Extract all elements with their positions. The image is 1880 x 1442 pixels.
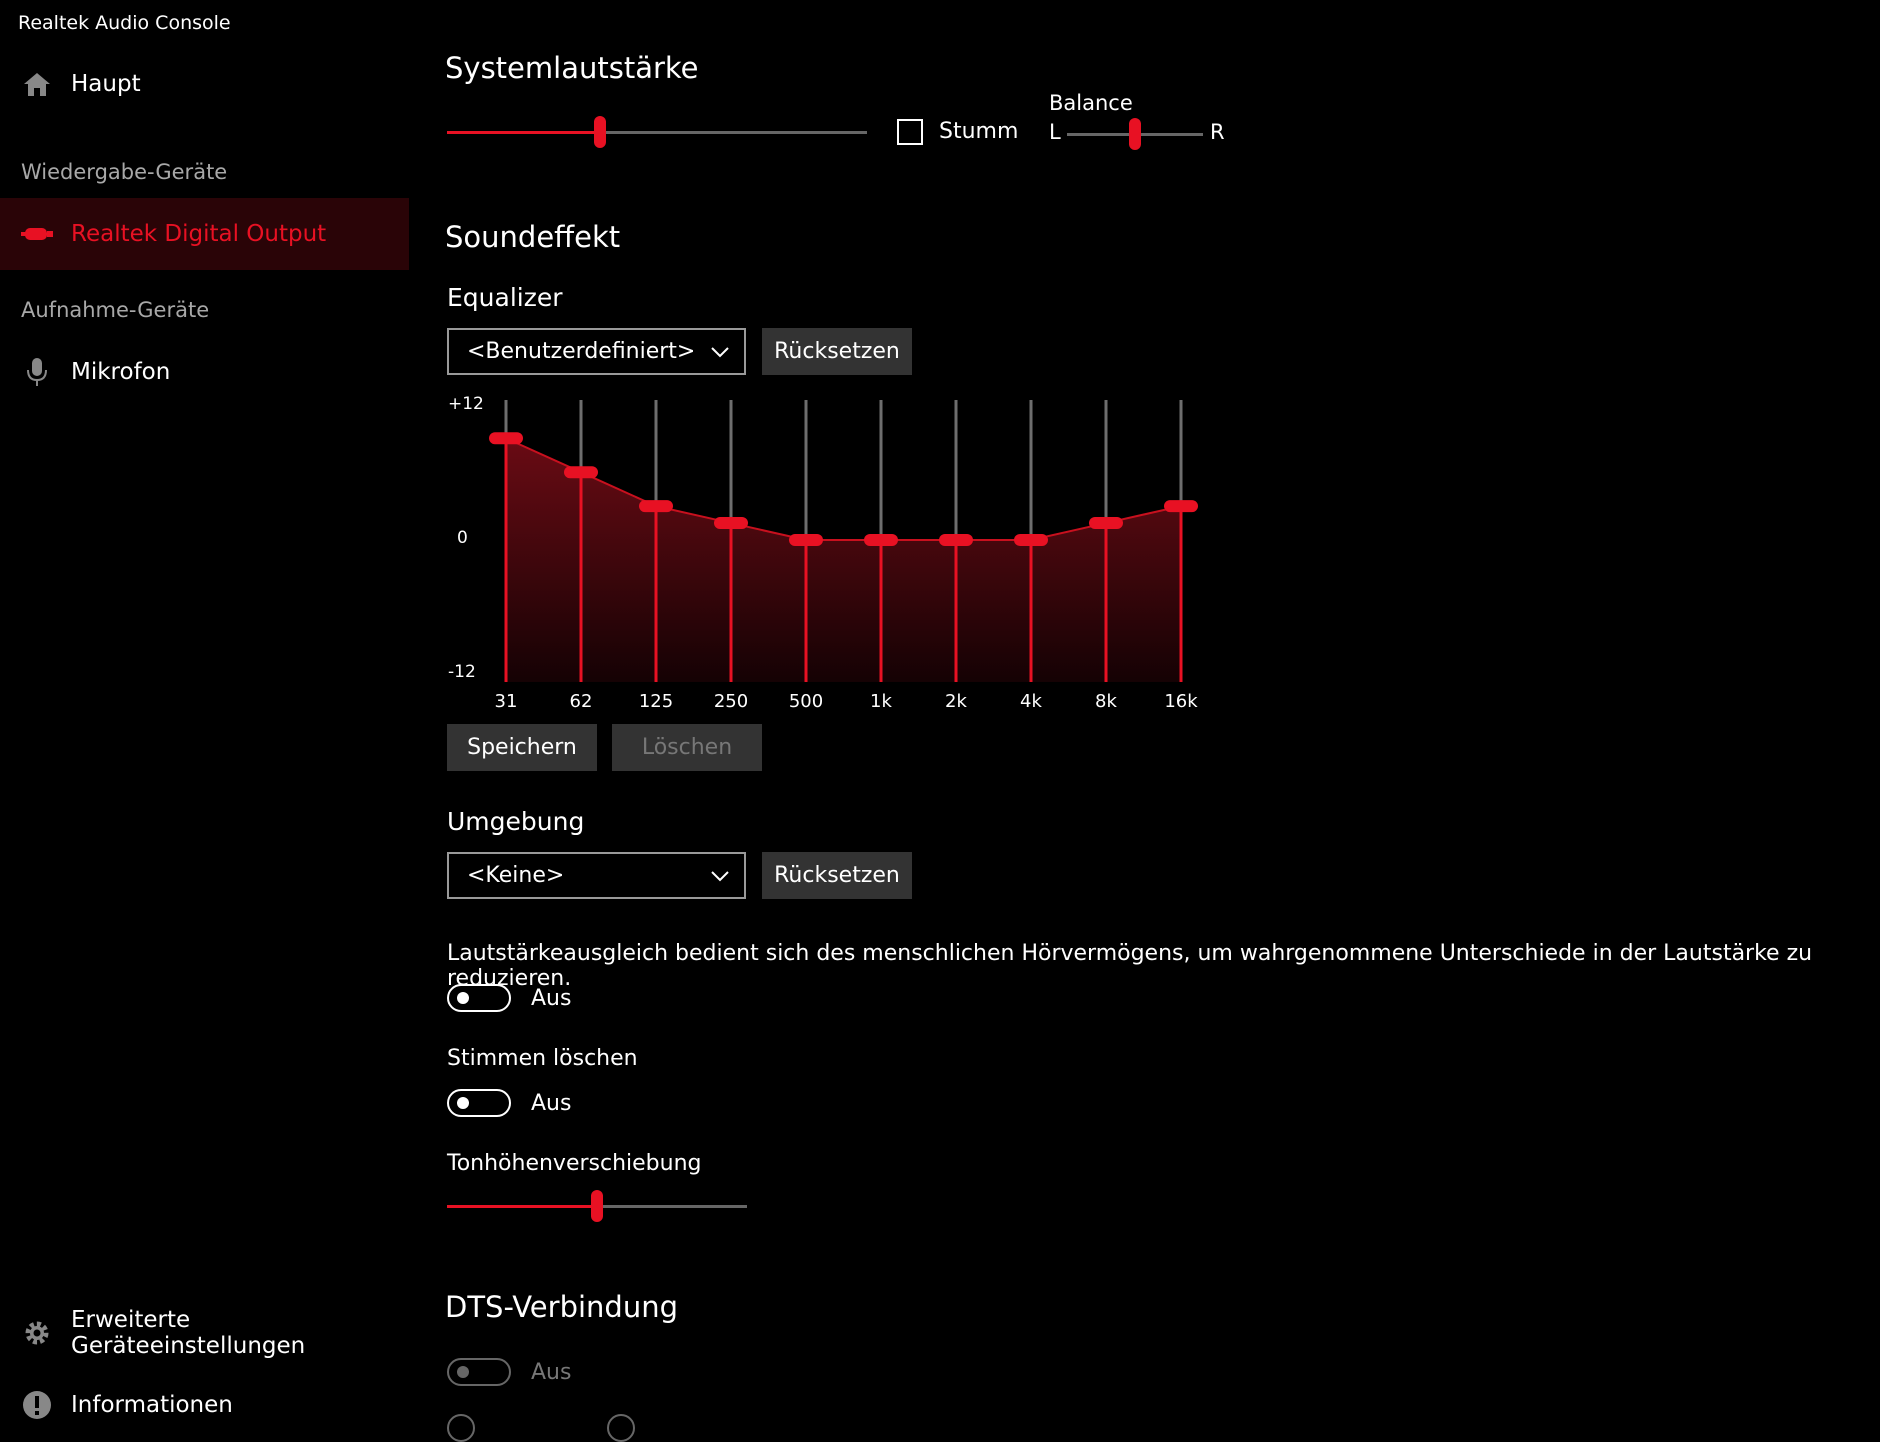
sidebar-item-label: Realtek Digital Output (71, 221, 327, 247)
dropdown-value: <Benutzerdefiniert> (467, 339, 696, 364)
mute-label: Stumm (939, 119, 1019, 144)
environment-label: Umgebung (447, 807, 585, 836)
chevron-down-icon (710, 342, 730, 362)
dts-toggle[interactable] (447, 1358, 511, 1386)
gear-icon (20, 1316, 54, 1350)
sidebar-item-information[interactable]: Informationen (0, 1369, 409, 1441)
toggle-knob (457, 992, 469, 1004)
slider-thumb[interactable] (594, 116, 607, 148)
eq-freq-label: 4k (1020, 691, 1042, 712)
slider-thumb[interactable] (1129, 118, 1141, 150)
dts-option-radio-1[interactable] (447, 1414, 475, 1442)
sidebar-item-label: Informationen (71, 1392, 233, 1418)
eq-band-thumb-4k[interactable] (1014, 534, 1048, 546)
app-title: Realtek Audio Console (18, 12, 231, 34)
equalizer-reset-button[interactable]: Rücksetzen (762, 328, 912, 375)
sidebar-item-label: Erweiterte Geräteeinstellungen (71, 1307, 306, 1359)
sidebar-item-home[interactable]: Haupt (0, 48, 409, 120)
dts-title: DTS-Verbindung (445, 1290, 678, 1324)
pitch-shift-label: Tonhöhenverschiebung (447, 1151, 702, 1176)
eq-band-thumb-125[interactable] (639, 500, 673, 513)
dts-option-radio-2[interactable] (607, 1414, 635, 1442)
eq-band-thumb-31[interactable] (489, 432, 523, 445)
equalizer-graph: +12 0 -12 31 62 125 250 500 1k 2k 4k 8k 16k (440, 392, 1220, 722)
eq-band-thumb-1k[interactable] (864, 534, 898, 546)
pitch-shift-slider[interactable] (447, 1188, 747, 1224)
balance-label: Balance (1049, 91, 1133, 115)
eq-freq-label: 16k (1164, 691, 1198, 712)
playback-section-label: Wiedergabe-Geräte (21, 160, 228, 184)
equalizer-label: Equalizer (447, 283, 563, 312)
recording-section-label: Aufnahme-Geräte (21, 298, 210, 322)
balance-slider[interactable] (1067, 116, 1203, 152)
system-volume-slider[interactable] (447, 114, 867, 150)
voice-cancel-toggle[interactable] (447, 1089, 511, 1117)
mute-checkbox[interactable] (897, 119, 923, 145)
loudness-state: Aus (531, 986, 572, 1011)
eq-area (506, 438, 1181, 682)
toggle-knob (457, 1097, 469, 1109)
slider-thumb[interactable] (591, 1190, 603, 1222)
loudness-toggle[interactable] (447, 984, 511, 1012)
sidebar-item-label: Mikrofon (71, 359, 171, 385)
slider-fill (447, 1205, 597, 1208)
eq-band-thumb-8k[interactable] (1089, 517, 1123, 530)
eq-band-thumb-2k[interactable] (939, 534, 973, 546)
eq-freq-label: 250 (713, 691, 749, 712)
dts-state: Aus (531, 1360, 572, 1385)
equalizer-svg (489, 400, 1198, 682)
eq-band-thumb-62[interactable] (564, 466, 598, 479)
dropdown-value: <Keine> (467, 863, 565, 888)
home-icon (20, 67, 54, 101)
eq-band-thumb-500[interactable] (789, 534, 823, 546)
eq-freq-label: 62 (569, 691, 593, 712)
sidebar-item-advanced-settings[interactable]: Erweiterte Geräteeinstellungen (0, 1297, 409, 1369)
system-volume-title: Systemlautstärke (445, 51, 699, 85)
loudness-description: Lautstärkeausgleich bedient sich des men… (447, 941, 1813, 991)
sidebar-item-label: Haupt (71, 71, 141, 97)
sidebar-item-microphone[interactable]: Mikrofon (0, 336, 409, 408)
eq-freq-label: 125 (638, 691, 674, 712)
sidebar-item-realtek-digital-output[interactable]: Realtek Digital Output (0, 198, 409, 270)
toggle-knob (457, 1366, 469, 1378)
voice-cancel-state: Aus (531, 1091, 572, 1116)
sound-effect-title: Soundeffekt (445, 220, 621, 254)
voice-cancel-label: Stimmen löschen (447, 1046, 638, 1071)
eq-freq-label: 1k (870, 691, 892, 712)
digital-output-icon (20, 217, 54, 251)
eq-band-thumb-250[interactable] (714, 517, 748, 530)
microphone-icon (20, 355, 54, 389)
equalizer-preset-dropdown[interactable]: <Benutzerdefiniert> (447, 328, 746, 375)
eq-freq-label: 500 (788, 691, 824, 712)
eq-freq-label: 8k (1095, 691, 1117, 712)
eq-freq-label: 2k (945, 691, 967, 712)
info-icon (20, 1388, 54, 1422)
chevron-down-icon (710, 866, 730, 886)
balance-left-label: L (1049, 120, 1061, 144)
environment-reset-button[interactable]: Rücksetzen (762, 852, 912, 899)
slider-fill (447, 131, 601, 134)
eq-band-thumb-16k[interactable] (1164, 500, 1198, 513)
equalizer-save-button[interactable]: Speichern (447, 724, 597, 771)
environment-dropdown[interactable]: <Keine> (447, 852, 746, 899)
equalizer-delete-button[interactable]: Löschen (612, 724, 762, 771)
balance-right-label: R (1210, 120, 1225, 144)
eq-freq-label: 31 (494, 691, 518, 712)
